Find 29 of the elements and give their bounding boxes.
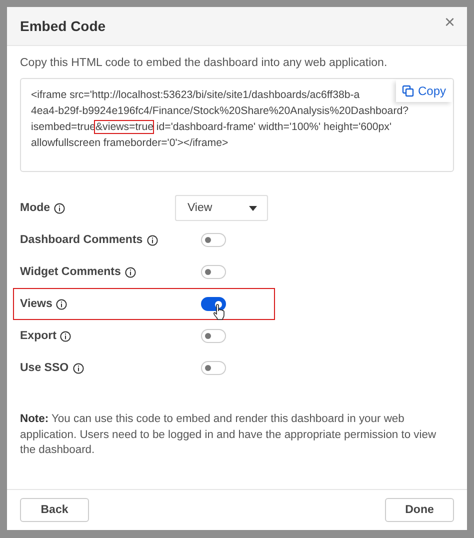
copy-icon bbox=[402, 85, 414, 97]
info-icon[interactable] bbox=[124, 266, 136, 278]
description-text: Copy this HTML code to embed the dashboard into any web application. bbox=[20, 57, 388, 69]
done-button[interactable]: Done bbox=[385, 498, 454, 522]
info-icon[interactable] bbox=[72, 362, 84, 374]
toggle-switch[interactable] bbox=[201, 297, 226, 311]
info-icon[interactable] bbox=[54, 202, 66, 214]
info-icon[interactable] bbox=[56, 298, 68, 310]
code-line: isembed=true&views=true id='dashboard-frame' width='100%' height='600px' bbox=[31, 120, 392, 135]
caret-icon bbox=[249, 206, 257, 210]
code-line: 4ea4-b29f-b9924e196fc4/Finance/Stock%20Share%20Analysis%20Dashboard? bbox=[31, 104, 409, 119]
setting-label: Mode bbox=[20, 202, 50, 214]
hand-cursor-icon bbox=[213, 304, 225, 320]
dialog-title: Embed Code bbox=[20, 18, 106, 34]
setting-label: Dashboard Comments bbox=[20, 234, 143, 246]
copy-button[interactable]: Copy bbox=[396, 80, 452, 102]
note-text: Note: You can use this code to embed and render this dashboard in your web application. Users need to be logged in and have the appropriate permission to view the dashboard. bbox=[20, 412, 438, 458]
mode-dropdown[interactable]: View bbox=[175, 195, 268, 221]
code-line: <iframe src='http://localhost:53623/bi/site/site1/dashboards/ac6ff38b-a bbox=[31, 88, 360, 103]
setting-label: Export bbox=[20, 330, 56, 342]
code-box[interactable] bbox=[20, 78, 454, 172]
setting-label: Widget Comments bbox=[20, 266, 121, 278]
code-line: allowfullscreen frameborder='0'></iframe> bbox=[31, 136, 228, 151]
setting-label: Use SSO bbox=[20, 362, 69, 374]
info-icon[interactable] bbox=[60, 330, 72, 342]
close-button[interactable]: × bbox=[444, 12, 455, 32]
setting-label: Views bbox=[20, 298, 52, 310]
info-icon[interactable] bbox=[146, 234, 158, 246]
back-button[interactable]: Back bbox=[20, 498, 89, 522]
